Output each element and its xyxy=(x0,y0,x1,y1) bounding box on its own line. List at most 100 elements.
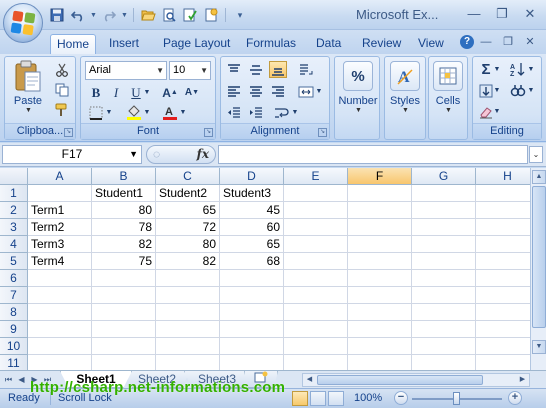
worksheet-grid[interactable]: A B C D E F G H 1 Student1 Student2 Student3 2 Term1 8… xyxy=(0,168,530,370)
cell-e10[interactable] xyxy=(284,338,348,355)
vertical-scroll-thumb[interactable] xyxy=(532,186,546,328)
cell-e9[interactable] xyxy=(284,321,348,338)
formula-input[interactable] xyxy=(218,145,528,164)
merge-center-icon[interactable] xyxy=(297,83,315,100)
normal-view-icon[interactable] xyxy=(292,391,308,406)
cell-f11[interactable] xyxy=(348,355,412,370)
minimize-button[interactable]: — xyxy=(464,5,484,23)
help-icon[interactable]: ? xyxy=(460,35,474,49)
cell-e5[interactable] xyxy=(284,253,348,270)
cell-a7[interactable] xyxy=(28,287,92,304)
wrap-dropdown-icon[interactable]: ▼ xyxy=(291,104,299,121)
cell-g4[interactable] xyxy=(412,236,476,253)
clear-dropdown-icon[interactable]: ▼ xyxy=(493,103,501,120)
page-break-view-icon[interactable] xyxy=(328,391,344,406)
cell-c7[interactable] xyxy=(156,287,220,304)
tab-formulas[interactable]: Formulas xyxy=(240,34,302,54)
row-header[interactable]: 2 xyxy=(0,202,28,219)
align-left-icon[interactable] xyxy=(225,83,243,100)
print-preview-icon[interactable] xyxy=(160,6,178,24)
cell-a4[interactable]: Term3 xyxy=(28,236,92,253)
scroll-left-icon[interactable]: ◀ xyxy=(303,374,316,386)
cell-f9[interactable] xyxy=(348,321,412,338)
cell-e2[interactable] xyxy=(284,202,348,219)
cell-d8[interactable] xyxy=(220,304,284,321)
align-bottom-icon[interactable] xyxy=(269,61,287,78)
cell-b1[interactable]: Student1 xyxy=(92,185,156,202)
font-name-combo[interactable]: Arial ▼ xyxy=(85,61,167,80)
decrease-indent-icon[interactable] xyxy=(225,104,243,121)
cell-h9[interactable] xyxy=(476,321,530,338)
cell-g7[interactable] xyxy=(412,287,476,304)
cell-f5[interactable] xyxy=(348,253,412,270)
fill-dropdown-icon[interactable]: ▼ xyxy=(493,82,501,99)
font-size-combo[interactable]: 10 ▼ xyxy=(169,61,211,80)
cell-d2[interactable]: 45 xyxy=(220,202,284,219)
cell-f4[interactable] xyxy=(348,236,412,253)
cell-b4[interactable]: 82 xyxy=(92,236,156,253)
row-header[interactable]: 7 xyxy=(0,287,28,304)
new-icon[interactable] xyxy=(202,6,220,24)
align-middle-icon[interactable] xyxy=(247,61,265,78)
cell-a8[interactable] xyxy=(28,304,92,321)
cell-h8[interactable] xyxy=(476,304,530,321)
tab-view[interactable]: View xyxy=(412,34,450,54)
cell-e7[interactable] xyxy=(284,287,348,304)
cell-c5[interactable]: 82 xyxy=(156,253,220,270)
sort-dropdown-icon[interactable]: ▼ xyxy=(527,61,535,78)
cell-a6[interactable] xyxy=(28,270,92,287)
zoom-out-icon[interactable]: − xyxy=(394,391,408,405)
cell-h11[interactable] xyxy=(476,355,530,370)
cut-icon[interactable] xyxy=(53,61,71,78)
align-center-icon[interactable] xyxy=(247,83,265,100)
row-header[interactable]: 9 xyxy=(0,321,28,338)
cell-g9[interactable] xyxy=(412,321,476,338)
cell-b11[interactable] xyxy=(92,355,156,370)
cell-h1[interactable] xyxy=(476,185,530,202)
cell-f8[interactable] xyxy=(348,304,412,321)
font-color-icon[interactable]: A xyxy=(161,104,179,121)
redo-icon[interactable] xyxy=(100,6,118,24)
cell-b5[interactable]: 75 xyxy=(92,253,156,270)
copy-icon[interactable] xyxy=(53,81,71,98)
cell-h4[interactable] xyxy=(476,236,530,253)
office-button[interactable] xyxy=(3,3,43,43)
undo-icon[interactable] xyxy=(69,6,87,24)
cell-e6[interactable] xyxy=(284,270,348,287)
save-icon[interactable] xyxy=(48,6,66,24)
cell-b7[interactable] xyxy=(92,287,156,304)
zoom-in-icon[interactable]: + xyxy=(508,391,522,405)
cell-f2[interactable] xyxy=(348,202,412,219)
cell-h5[interactable] xyxy=(476,253,530,270)
find-dropdown-icon[interactable]: ▼ xyxy=(527,82,535,99)
row-header[interactable]: 1 xyxy=(0,185,28,202)
cell-f1[interactable] xyxy=(348,185,412,202)
cell-c6[interactable] xyxy=(156,270,220,287)
cell-d9[interactable] xyxy=(220,321,284,338)
grow-font-icon[interactable]: A ▲ xyxy=(161,84,179,101)
spelling-icon[interactable] xyxy=(181,6,199,24)
cell-g3[interactable] xyxy=(412,219,476,236)
column-header-c[interactable]: C xyxy=(156,168,220,185)
scroll-down-icon[interactable]: ▼ xyxy=(532,340,546,354)
column-header-e[interactable]: E xyxy=(284,168,348,185)
row-header[interactable]: 8 xyxy=(0,304,28,321)
cell-d11[interactable] xyxy=(220,355,284,370)
row-header[interactable]: 10 xyxy=(0,338,28,355)
italic-icon[interactable]: I xyxy=(107,84,125,101)
cell-a2[interactable]: Term1 xyxy=(28,202,92,219)
row-header[interactable]: 6 xyxy=(0,270,28,287)
find-select-icon[interactable] xyxy=(509,82,527,99)
cell-h7[interactable] xyxy=(476,287,530,304)
cell-g8[interactable] xyxy=(412,304,476,321)
wrap-text-icon[interactable] xyxy=(273,104,291,121)
cell-h10[interactable] xyxy=(476,338,530,355)
insert-function-button[interactable]: fx xyxy=(197,146,209,163)
paste-button[interactable]: Paste ▼ xyxy=(7,59,49,114)
customize-qat-icon[interactable]: ▾ xyxy=(231,6,249,24)
cell-e8[interactable] xyxy=(284,304,348,321)
name-box-dropdown-icon[interactable]: ▼ xyxy=(129,146,138,163)
increase-indent-icon[interactable] xyxy=(247,104,265,121)
font-name-dropdown-icon[interactable]: ▼ xyxy=(156,64,164,77)
tab-review[interactable]: Review xyxy=(356,34,407,54)
